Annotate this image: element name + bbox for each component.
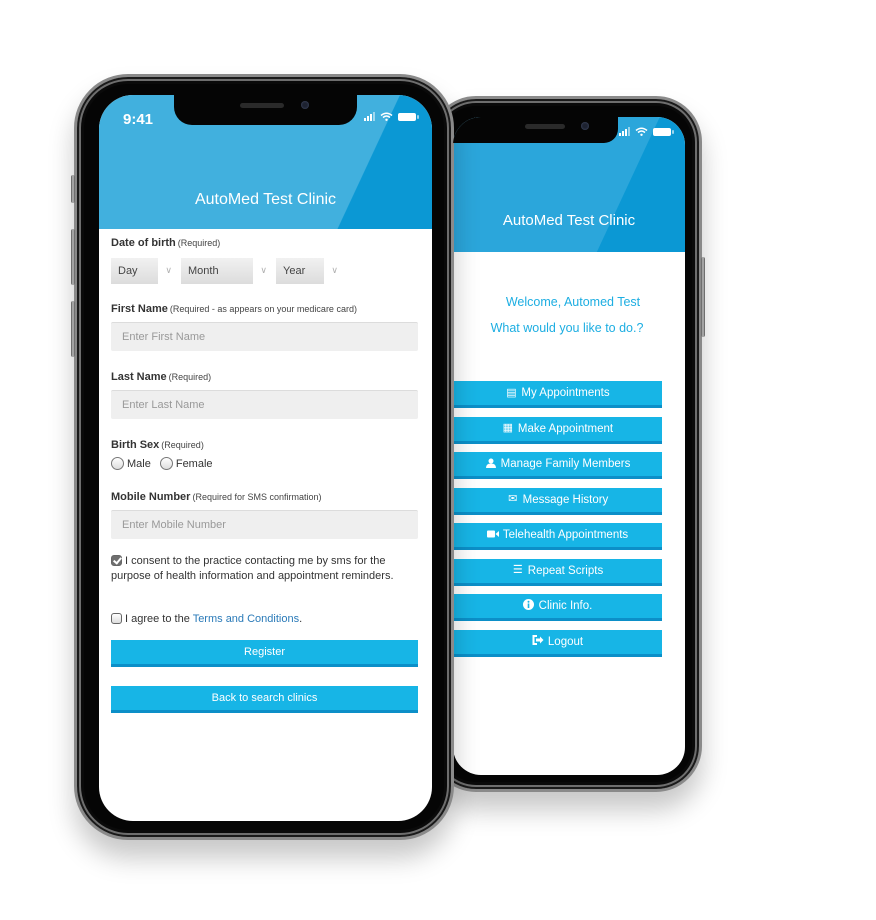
message-history-button[interactable]: ✉ Message History: [453, 487, 662, 515]
user-icon: [485, 458, 497, 471]
menu-label: Clinic Info.: [538, 600, 593, 612]
register-wrap: Register: [111, 640, 418, 667]
telehealth-appointments-button[interactable]: Telehealth Appointments: [453, 523, 662, 550]
status-time: 9:41: [123, 111, 154, 128]
terms-checkbox[interactable]: [111, 613, 122, 624]
year-select[interactable]: Year ∨: [276, 258, 338, 284]
register-button[interactable]: Register: [111, 640, 418, 667]
last-name-input[interactable]: Enter Last Name: [111, 390, 418, 419]
repeat-scripts-button[interactable]: ☰ Repeat Scripts: [453, 558, 662, 586]
day-select[interactable]: Day ∨: [111, 258, 172, 284]
sms-consent-row: I consent to the practice contacting me …: [111, 554, 418, 584]
terms-suffix: .: [299, 613, 303, 625]
mobile-input[interactable]: Enter Mobile Number: [111, 510, 418, 539]
birth-sex-label: Birth Sex (Required): [111, 439, 204, 451]
notch: [174, 95, 357, 125]
status-icons: [619, 127, 674, 136]
envelope-icon: ✉: [508, 493, 518, 505]
logout-button[interactable]: Logout: [453, 629, 662, 657]
radio-button[interactable]: [159, 457, 173, 470]
signal-icon: [619, 127, 630, 136]
menu-label: Manage Family Members: [500, 458, 631, 470]
back-screen: AutoMed Test Clinic Welcome, Automed Tes…: [453, 117, 685, 775]
list-icon: ▤: [506, 386, 517, 399]
first-name-input[interactable]: Enter First Name: [111, 322, 418, 351]
logout-icon: [532, 635, 544, 648]
camera: [301, 101, 309, 109]
mobile-field: Mobile Number (Required for SMS confirmat…: [111, 491, 418, 539]
menu-label: Message History: [522, 493, 609, 506]
prompt-text: What would you like to do.?: [490, 321, 644, 335]
make-appointment-button[interactable]: ▦ Make Appointment: [453, 416, 662, 444]
sms-consent-text: I consent to the practice contacting me …: [111, 555, 394, 582]
speaker: [525, 124, 565, 129]
radio-button[interactable]: [111, 457, 124, 470]
menu-label: Telehealth Appointments: [502, 529, 629, 541]
clinic-info-button[interactable]: Clinic Info.: [453, 594, 662, 621]
back-phone: AutoMed Test Clinic Welcome, Automed Tes…: [427, 96, 705, 792]
birth-sex-field: Birth Sex (Required) Male Female: [111, 439, 418, 470]
battery-icon: [653, 127, 674, 136]
power-button: [701, 257, 705, 337]
month-select[interactable]: Month ∨: [181, 258, 267, 284]
chevron-down-icon: ∨: [165, 265, 172, 275]
tasks-icon: ☰: [512, 564, 523, 576]
menu-label: Logout: [547, 635, 584, 648]
manage-family-members-button[interactable]: Manage Family Members: [453, 452, 662, 479]
back-to-search-button[interactable]: Back to search clinics: [111, 686, 418, 713]
male-radio[interactable]: Male: [111, 457, 151, 470]
clinic-title: AutoMed Test Clinic: [502, 212, 636, 229]
last-name-label: Last Name (Required): [111, 371, 212, 383]
welcome-text: Welcome, Automed Test: [505, 295, 641, 309]
clinic-title: AutoMed Test Clinic: [194, 191, 337, 208]
sms-consent-checkbox[interactable]: [111, 555, 122, 566]
first-name-field: First Name (Required - as appears on your…: [111, 303, 418, 351]
chevron-down-icon: ∨: [331, 265, 338, 275]
volume-up-button: [71, 229, 75, 285]
info-icon: [523, 599, 535, 613]
last-name-field: Last Name (Required) Enter Last Name: [111, 371, 418, 419]
speaker: [240, 103, 284, 108]
volume-down-button: [71, 301, 75, 357]
menu-label: My Appointments: [521, 387, 610, 399]
wifi-icon: [380, 112, 393, 121]
terms-text: I agree to the: [125, 613, 193, 625]
video-camera-icon: [486, 530, 499, 541]
notch: [453, 117, 618, 143]
menu-label: Make Appointment: [517, 422, 614, 435]
front-screen: 9:41 AutoMed Test Clinic Date of birth (R…: [99, 95, 432, 821]
battery-icon: [398, 112, 419, 121]
front-phone: 9:41 AutoMed Test Clinic Date of birth (R…: [71, 74, 454, 840]
calendar-icon: ▦: [502, 422, 514, 434]
terms-link[interactable]: Terms and Conditions: [193, 613, 299, 625]
dob-label: Date of birth (Required): [111, 237, 221, 249]
status-icons: [364, 112, 419, 121]
menu-label: Repeat Scripts: [527, 564, 604, 577]
main-menu: ▤ My Appointments ▦ Make Appointment Manag…: [453, 381, 662, 665]
chevron-down-icon: ∨: [260, 265, 267, 275]
signal-icon: [364, 112, 375, 121]
back-wrap: Back to search clinics: [111, 686, 418, 713]
first-name-label: First Name (Required - as appears on your…: [111, 303, 357, 315]
female-radio[interactable]: Female: [159, 457, 213, 470]
mute-switch: [71, 175, 75, 203]
wifi-icon: [635, 127, 648, 136]
dob-field: Date of birth (Required) Day ∨ Month ∨ Year…: [111, 237, 418, 284]
camera: [581, 122, 589, 130]
my-appointments-button[interactable]: ▤ My Appointments: [453, 381, 662, 408]
mobile-label: Mobile Number (Required for SMS confirmat…: [111, 491, 322, 503]
terms-row: I agree to the Terms and Conditions.: [111, 612, 418, 627]
